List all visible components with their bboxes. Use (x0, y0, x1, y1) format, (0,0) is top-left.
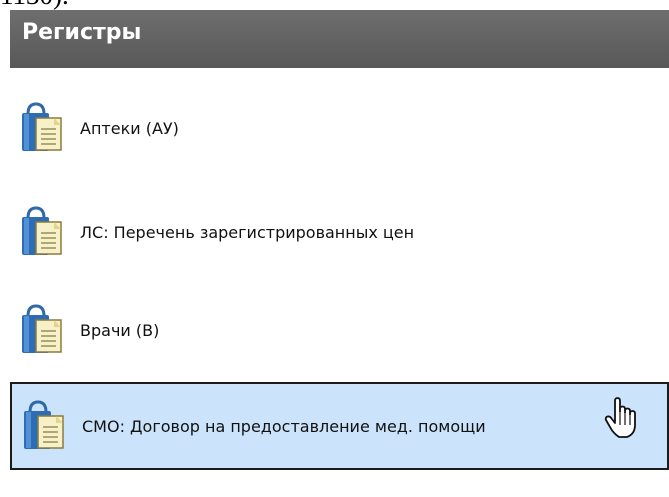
cut-off-document-text: 1130). (0, 0, 69, 9)
panel-title: Регистры (22, 19, 142, 45)
register-folder-icon (24, 400, 64, 449)
register-label: СМО: Договор на предоставление мед. помо… (82, 416, 486, 436)
register-item-smo-contract[interactable]: СМО: Договор на предоставление мед. помо… (10, 382, 669, 470)
registers-page: 1130). Регистры Аптеки (АУ) (0, 0, 669, 497)
register-item-drug-prices[interactable]: ЛС: Перечень зарегистрированных цен (10, 189, 669, 275)
register-folder-icon (22, 102, 62, 151)
register-item-pharmacies[interactable]: Аптеки (АУ) (10, 85, 669, 171)
register-folder-icon (22, 206, 62, 255)
hand-pointer-icon (604, 397, 636, 438)
register-item-doctors[interactable]: Врачи (В) (10, 287, 669, 373)
register-label: Аптеки (АУ) (80, 118, 179, 138)
register-label: ЛС: Перечень зарегистрированных цен (80, 222, 415, 242)
register-folder-icon (22, 304, 62, 353)
registers-header: Регистры (10, 10, 669, 68)
register-label: Врачи (В) (80, 320, 160, 340)
